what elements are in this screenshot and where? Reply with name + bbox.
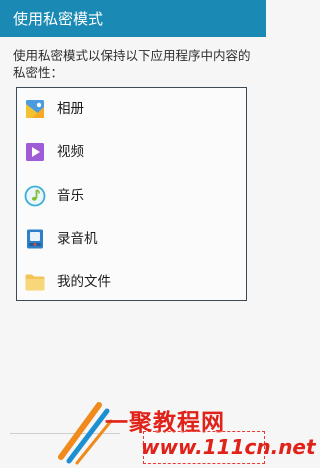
- title-bar: 使用私密模式: [0, 0, 266, 37]
- gallery-icon: [26, 100, 44, 118]
- video-icon: [26, 143, 44, 161]
- app-list: 相册 视频 音乐 录音机 我的文件: [16, 87, 247, 301]
- music-icon: [24, 185, 46, 207]
- list-item-label: 视频: [57, 144, 84, 160]
- list-item-music[interactable]: 音乐: [17, 176, 246, 216]
- list-item-label: 录音机: [57, 231, 98, 247]
- voice-recorder-icon: [27, 229, 43, 249]
- description-text: 使用私密模式以保持以下应用程序中内容的私密性：: [13, 48, 251, 80]
- list-item-label: 我的文件: [57, 274, 111, 290]
- list-item-video[interactable]: 视频: [17, 132, 246, 172]
- list-item-my-files[interactable]: 我的文件: [17, 262, 246, 302]
- list-item-label: 相册: [57, 101, 84, 117]
- list-item-voice-recorder[interactable]: 录音机: [17, 219, 246, 259]
- folder-icon: [25, 274, 45, 291]
- watermark: 一聚教程网 www.111cn.net: [55, 395, 316, 468]
- page-title: 使用私密模式: [13, 10, 104, 28]
- list-item-label: 音乐: [57, 188, 84, 204]
- list-item-gallery[interactable]: 相册: [17, 89, 246, 129]
- watermark-url: www.111cn.net: [141, 435, 316, 459]
